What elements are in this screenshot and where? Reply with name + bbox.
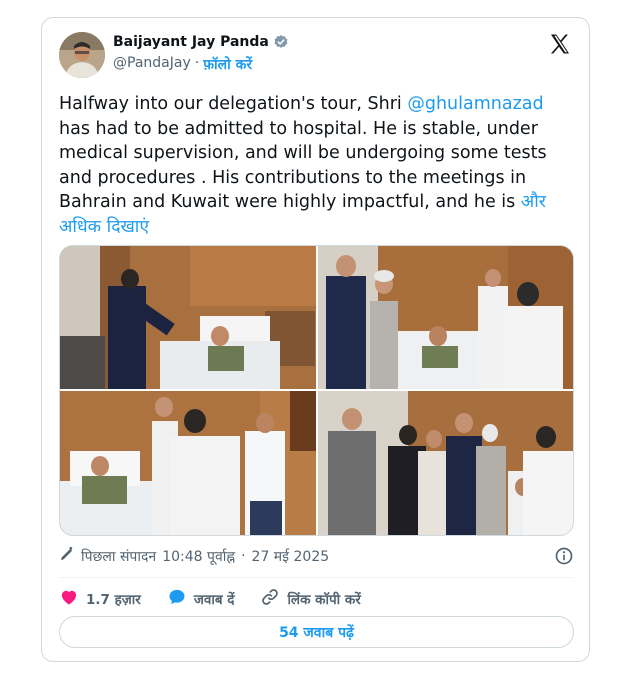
reply-bubble-icon — [167, 587, 187, 611]
pencil-icon — [59, 546, 75, 566]
tweet-card: Baijayant Jay Panda @PandaJay · फ़ॉलो कर… — [41, 17, 590, 662]
photo-2[interactable] — [318, 246, 573, 389]
tweet-meta-row: पिछला संपादन 10:48 पूर्वाह्न · 27 मई 202… — [59, 546, 574, 566]
reply-label: जवाब दें — [193, 592, 235, 608]
follow-button[interactable]: फ़ॉलो करें — [203, 55, 252, 74]
info-icon[interactable] — [554, 546, 574, 566]
photo-3[interactable] — [60, 391, 316, 535]
handle-separator: · — [194, 55, 200, 71]
media-grid — [59, 245, 574, 536]
author-avatar[interactable] — [59, 32, 105, 78]
author-name-row: Baijayant Jay Panda — [113, 34, 289, 50]
copy-link-button[interactable]: लिंक कॉपी करें — [260, 587, 361, 611]
reply-button[interactable]: जवाब दें — [167, 587, 235, 611]
verified-badge-icon — [273, 34, 289, 50]
read-replies-button[interactable]: 54 जवाब पढ़ें — [59, 616, 574, 648]
photo-1[interactable] — [60, 246, 316, 389]
heart-icon — [59, 587, 79, 611]
tweet-text: Halfway into our delegation's tour, Shri… — [59, 92, 574, 239]
copy-link-label: लिंक कॉपी करें — [287, 592, 361, 608]
author-handle-row: @PandaJay · फ़ॉलो करें — [113, 55, 252, 74]
tweet-text-part-1: Halfway into our delegation's tour, Shri — [59, 94, 408, 114]
mention-link[interactable]: @ghulamnazad — [407, 94, 543, 114]
photo-4[interactable] — [318, 391, 573, 535]
author-name[interactable]: Baijayant Jay Panda — [113, 34, 269, 50]
like-count: 1.7 हज़ार — [86, 592, 141, 608]
edited-label[interactable]: पिछला संपादन — [81, 547, 156, 566]
x-logo-icon[interactable] — [548, 32, 572, 56]
link-icon — [260, 587, 280, 611]
tweet-time[interactable]: 10:48 पूर्वाह्न — [162, 547, 235, 566]
tweet-text-part-2: has had to be admitted to hospital. He i… — [59, 118, 547, 213]
author-handle[interactable]: @PandaJay — [113, 55, 191, 74]
action-bar: 1.7 हज़ार जवाब दें लिंक कॉपी करें — [59, 587, 387, 611]
tweet-date[interactable]: 27 मई 2025 — [252, 547, 330, 566]
meta-separator: · — [241, 548, 246, 564]
divider — [59, 577, 574, 578]
like-button[interactable]: 1.7 हज़ार — [59, 587, 141, 611]
